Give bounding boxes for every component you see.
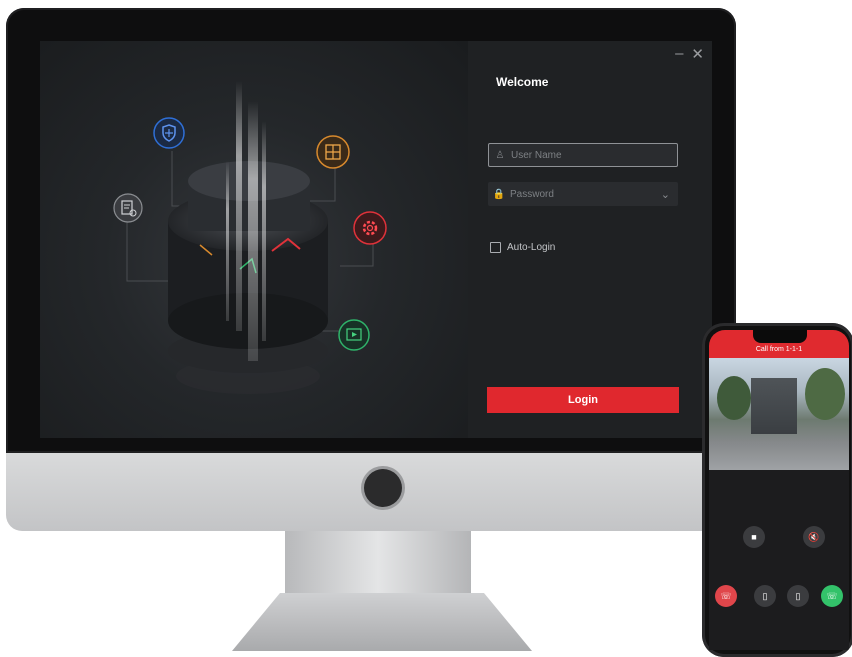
camera-icon: [364, 469, 402, 507]
mute-button[interactable]: 🔇: [803, 526, 825, 548]
call-title: Call from 1-1-1: [755, 346, 803, 353]
answer-button[interactable]: ☏: [821, 585, 843, 607]
user-icon: ♙: [495, 149, 505, 161]
password-field[interactable]: 🔒 ⌄: [488, 182, 678, 206]
auto-login-option[interactable]: Auto-Login: [490, 242, 555, 253]
username-input[interactable]: [511, 149, 651, 161]
auto-login-checkbox[interactable]: [490, 242, 501, 253]
phone-notch: [753, 330, 807, 343]
stop-button[interactable]: ■: [743, 526, 765, 548]
unlock-door-2-button[interactable]: ▯: [787, 585, 809, 607]
login-panel: – ✕ Welcome ♙ 🔒 ⌄ Auto-Login Login: [468, 41, 712, 438]
monitor-chin: [6, 453, 736, 531]
close-icon[interactable]: ✕: [691, 45, 704, 63]
playback-icon: [338, 319, 370, 351]
page-title: Welcome: [496, 75, 549, 89]
chevron-down-icon[interactable]: ⌄: [661, 188, 670, 201]
hangup-button[interactable]: ☏: [715, 585, 737, 607]
monitor-bezel: – ✕ Welcome ♙ 🔒 ⌄ Auto-Login Login: [6, 8, 736, 453]
phone-call-header: Call from 1-1-1: [709, 330, 849, 358]
live-video-feed[interactable]: [709, 358, 849, 470]
video-tree: [717, 376, 751, 420]
grid-icon: [316, 135, 350, 169]
call-controls: ■ 🔇 ☏ ▯ ▯ ☏: [709, 470, 849, 650]
minimize-icon[interactable]: –: [675, 45, 683, 63]
hero-illustration: [40, 41, 468, 438]
hero-graphic: [126, 81, 374, 394]
password-input[interactable]: [510, 188, 650, 200]
app-window: – ✕ Welcome ♙ 🔒 ⌄ Auto-Login Login: [40, 41, 712, 438]
gear-icon: [353, 211, 387, 245]
monitor-stand-base: [232, 593, 532, 651]
unlock-door-1-button[interactable]: ▯: [754, 585, 776, 607]
phone-device: Call from 1-1-1 ■ 🔇 ☏ ▯ ▯ ☏: [702, 323, 852, 657]
login-button[interactable]: Login: [487, 387, 679, 413]
alarm-doc-icon: [113, 193, 143, 223]
video-building: [751, 378, 797, 434]
window-controls: – ✕: [675, 45, 704, 63]
video-tree: [805, 368, 845, 420]
shield-icon: [153, 117, 185, 149]
username-field[interactable]: ♙: [488, 143, 678, 167]
auto-login-label: Auto-Login: [507, 242, 556, 253]
monitor-stand-neck: [285, 531, 471, 593]
lock-icon: 🔒: [492, 188, 506, 200]
